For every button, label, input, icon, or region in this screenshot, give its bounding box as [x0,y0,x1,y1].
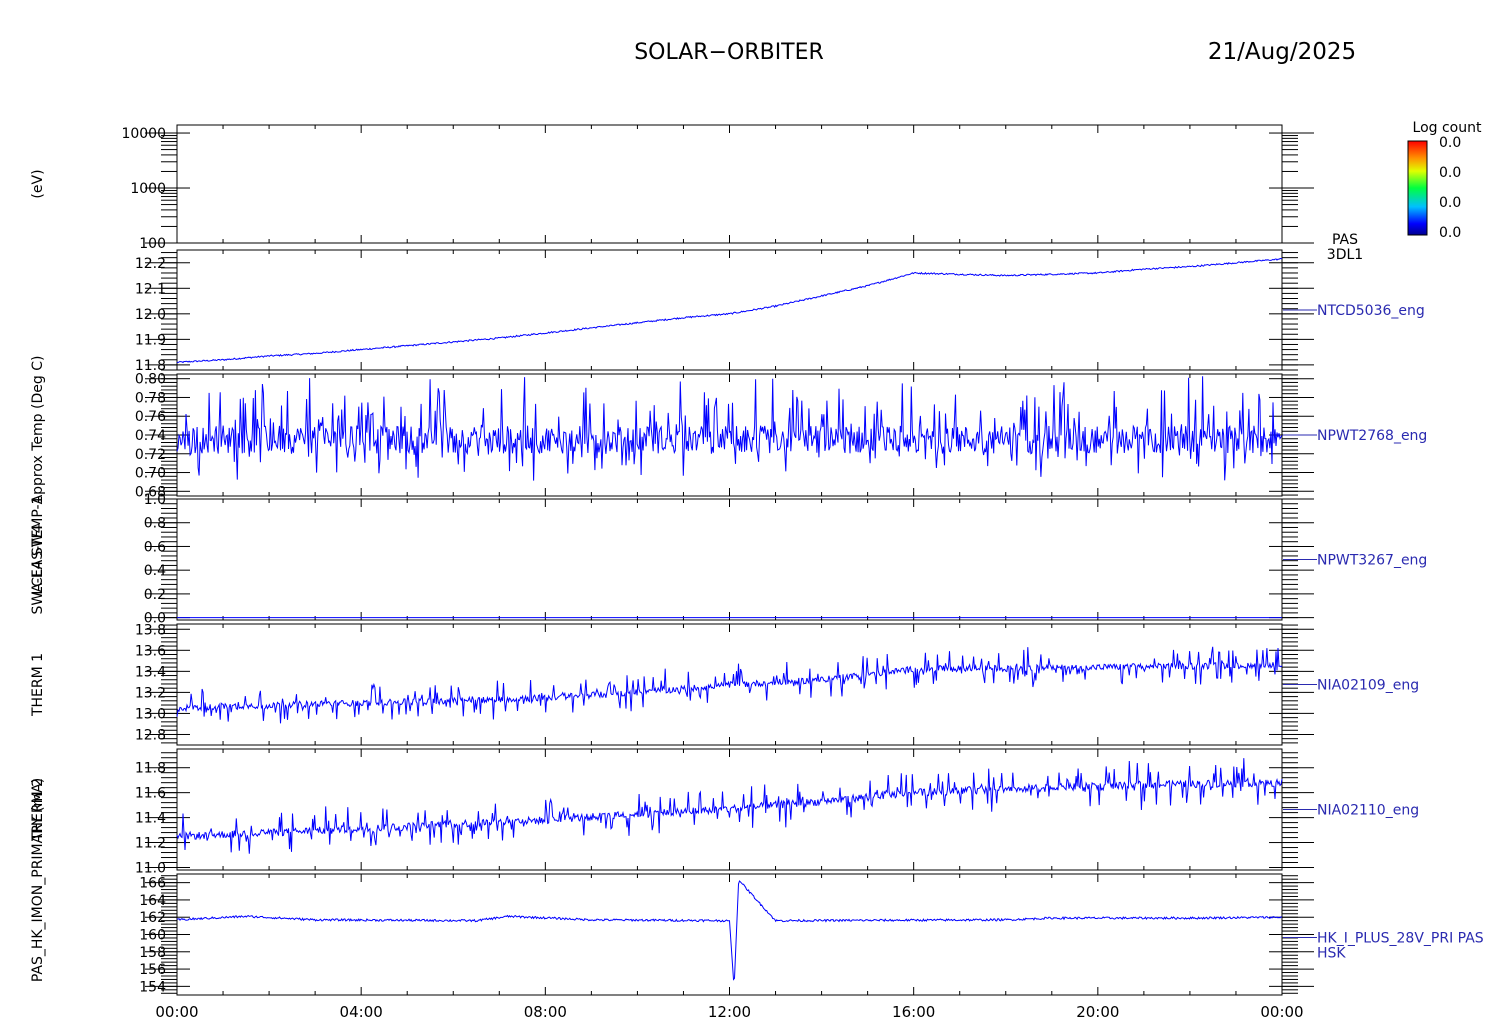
panels: 100100010000PAS3DL111.811.912.012.112.2N… [121,124,1484,996]
panel-label: NIA02109_eng [1317,678,1419,694]
colorbar-tick-label: 0.0 [1439,165,1461,181]
panel-nia02110-eng: 11.011.211.411.611.8NIA02110_eng [135,748,1419,877]
date-title: 21/Aug/2025 [1208,39,1356,65]
panel-label: NTCD5036_eng [1317,303,1425,319]
colorbar-tick-label: 0.0 [1439,195,1461,211]
series-trace [176,257,1283,364]
colorbar: Log count 0.0 0.0 0.0 0.0 [1407,120,1482,241]
y-axis-label: LCL4 SW4 [30,524,46,594]
y-tick-label: 0.70 [135,466,166,482]
series-trace [176,646,1283,724]
y-axis-label: (eV) [30,169,46,198]
x-tick-label: 20:00 [1076,1003,1119,1020]
mission-title: SOLAR−ORBITER [634,40,824,65]
panel-label: NPWT3267_eng [1317,553,1427,569]
rotated-y-labels: (eV)Approx Temp (Deg C)SWA-EAS-TEMP-1LCL… [30,169,46,982]
stacked-timeseries-chart: SOLAR−ORBITER 21/Aug/2025 Log count 0.0 … [30,39,1484,1021]
panel-frame [176,623,1283,746]
y-axis-label: PAS_HK_IMON_PRIMARY (mA) [30,778,46,982]
plot-page: SOLAR−ORBITER 21/Aug/2025 Log count 0.0 … [0,0,1512,1021]
colorbar-gradient [1407,140,1428,236]
y-tick-label: 1000 [130,181,166,197]
colorbar-tick-label: 0.0 [1439,225,1461,241]
panel-npwt3267-eng: 0.00.20.40.60.81.0NPWT3267_eng [144,492,1428,627]
panel-label: PAS [1332,232,1358,248]
x-tick-label: 04:00 [340,1003,383,1020]
panel-frame [176,124,1283,244]
colorbar-title: Log count [1413,120,1482,136]
time-axis: 00:00 04:00 08:00 12:00 16:00 20:00 00:00 [155,1003,1303,1021]
panel-frame [176,873,1283,996]
x-tick-label: 12:00 [708,1003,751,1020]
panel-frame [176,498,1283,621]
colorbar-tick-label: 0.0 [1439,135,1461,151]
series-trace [176,880,1283,981]
panel-label: NPWT2768_eng [1317,428,1427,444]
y-tick-label: 100 [139,236,166,252]
y-tick-label: 0.80 [135,372,166,388]
panel-label: HSK [1317,946,1346,962]
y-tick-label: 12.0 [135,307,166,323]
y-tick-label: 10000 [121,126,166,142]
panel-pas-3dl1: 100 1000 10000 PAS3DL1 [121,124,1363,263]
panel-frame [176,748,1283,871]
y-tick-label: 11.9 [135,332,166,348]
y-axis-label: Approx Temp (Deg C) [30,356,46,505]
panel-frame [176,249,1283,371]
panel-label: HK_I_PLUS_28V_PRI PAS [1317,931,1484,947]
panel-npwt2768-eng: 0.680.700.720.740.760.780.80NPWT2768_eng [135,372,1427,501]
panel-nia02109-eng: 12.813.013.213.413.613.8NIA02109_eng [135,622,1419,746]
y-tick-label: 0.72 [135,447,166,463]
y-tick-label: 0.74 [135,428,166,444]
panel-label: 3DL1 [1327,247,1363,263]
y-tick-label: 0.78 [135,390,166,406]
panel-ntcd5036-eng: 11.811.912.012.112.2NTCD5036_eng [135,249,1425,374]
y-tick-label: 0.76 [135,409,166,425]
series-trace [176,376,1283,481]
panel-hk-i-plus-28v-pri-pas-hsk: 154156158160162164166HK_I_PLUS_28V_PRI P… [139,873,1484,996]
x-tick-label: 00:00 [1260,1003,1303,1020]
y-tick-label: 12.1 [135,281,166,297]
x-tick-label: 08:00 [524,1003,567,1020]
y-tick-label: 1.0 [144,492,166,508]
series-trace [176,758,1283,854]
x-tick-label: 16:00 [892,1003,935,1020]
panel-label: NIA02110_eng [1317,803,1419,819]
y-tick-label: 12.2 [135,256,166,272]
y-axis-label: THERM 1 [30,653,46,717]
x-tick-label: 00:00 [155,1003,198,1020]
